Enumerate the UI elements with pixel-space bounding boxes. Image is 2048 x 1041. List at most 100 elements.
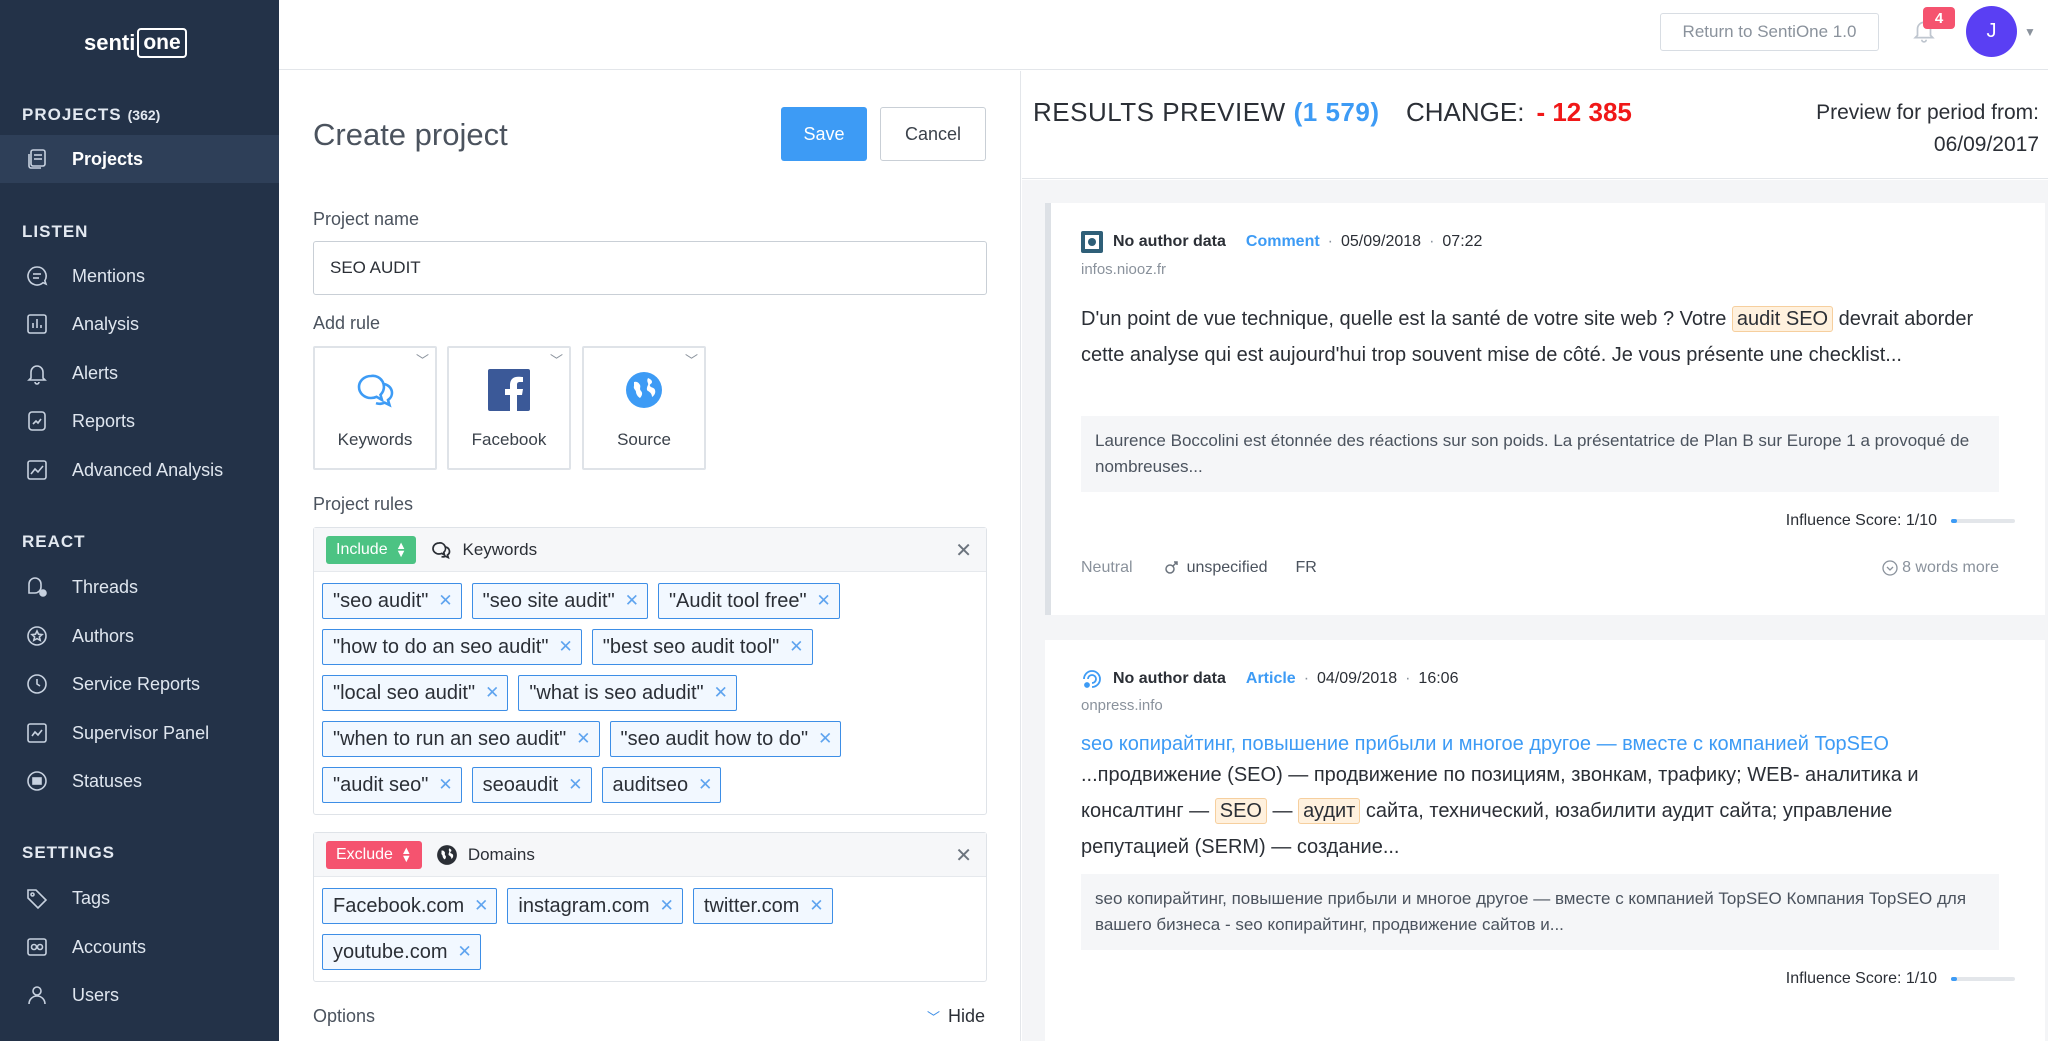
keyword-tag[interactable]: "seo site audit" ✕ [471, 583, 648, 619]
keyword-highlight: аудит [1298, 798, 1361, 824]
domain-tag[interactable]: instagram.com ✕ [507, 888, 683, 924]
keyword-tag[interactable]: seoaudit ✕ [471, 767, 592, 803]
rule-type: Domains [436, 844, 535, 866]
threads-icon [24, 574, 50, 600]
keyword-tag[interactable]: auditseo ✕ [601, 767, 722, 803]
sentiment-label[interactable]: Neutral [1081, 559, 1133, 577]
remove-tag-icon[interactable]: ✕ [558, 637, 572, 657]
gender-indicator: unspecified [1163, 559, 1268, 577]
keywords-icon [315, 366, 435, 414]
sidebar-item-analysis[interactable]: Analysis [0, 300, 279, 348]
exclude-mode-select[interactable]: Exclude ▲ ▼ [326, 840, 422, 869]
include-mode-select[interactable]: Include ▲ ▼ [326, 535, 417, 564]
results-count: (1 579) [1293, 97, 1380, 127]
remove-tag-icon[interactable]: ✕ [568, 775, 582, 795]
keyword-tag[interactable]: "audit seo" ✕ [322, 767, 462, 803]
remove-tag-icon[interactable]: ✕ [438, 775, 452, 795]
sidebar-item-reports[interactable]: Reports [0, 397, 279, 445]
influence-bar-fill [1951, 977, 1958, 981]
add-facebook-rule-card[interactable]: ﹀ Facebook [447, 346, 571, 470]
keyword-tag[interactable]: "when to run an seo audit" ✕ [322, 721, 600, 757]
settings-section-title: SETTINGS [22, 843, 116, 862]
sidebar-item-tags[interactable]: Tags [0, 874, 279, 922]
sidebar-item-accounts[interactable]: Accounts [0, 923, 279, 971]
projects-count: (362) [127, 107, 161, 123]
remove-tag-icon[interactable]: ✕ [458, 942, 472, 962]
add-source-rule-card[interactable]: ﹀ Source [582, 346, 706, 470]
sentione-logo[interactable]: senti one [84, 26, 190, 60]
keyword-tag[interactable]: "best seo audit tool" ✕ [591, 629, 813, 665]
keyword-tag-list: "seo audit" ✕ "seo site audit" ✕ "Audit to… [314, 572, 986, 814]
mention-title-link[interactable]: seo копирайтинг, повышение прибыли и мно… [1081, 733, 1889, 756]
sidebar-item-projects[interactable]: Projects [0, 135, 279, 183]
mention-card[interactable]: No author data Article · 04/09/2018 · 16:0… [1045, 640, 2045, 1041]
advanced-analysis-icon [24, 457, 50, 483]
sidebar-item-statuses[interactable]: Statuses [0, 757, 279, 805]
domain-tag-list: Facebook.com ✕ instagram.com ✕ twitter.com… [314, 877, 986, 981]
mention-time: 16:06 [1418, 670, 1459, 687]
remove-tag-icon[interactable]: ✕ [438, 591, 452, 611]
rule-type: Keywords [430, 539, 537, 561]
user-avatar[interactable]: J [1966, 6, 2017, 57]
mention-source[interactable]: onpress.info [1081, 697, 1163, 714]
domain-tag[interactable]: youtube.com ✕ [322, 934, 481, 970]
sidebar-item-users[interactable]: Users [0, 971, 279, 1019]
sidebar-item-alerts[interactable]: Alerts [0, 349, 279, 397]
remove-tag-icon[interactable]: ✕ [714, 683, 728, 703]
include-keywords-rule: Include ▲ ▼ Keywords ✕ "seo audit" ✕ "seo … [313, 527, 987, 815]
avatar-caret-icon[interactable]: ▼ [2024, 25, 2036, 39]
project-name-label: Project name [313, 209, 420, 229]
domain-tag[interactable]: Facebook.com ✕ [322, 888, 498, 924]
mention-date: 04/09/2018 [1317, 670, 1398, 687]
add-keywords-rule-card[interactable]: ﹀ Keywords [313, 346, 437, 470]
globe-icon [436, 844, 457, 865]
remove-tag-icon[interactable]: ✕ [660, 896, 674, 916]
return-to-sentione-button[interactable]: Return to SentiOne 1.0 [1660, 13, 1879, 51]
tag-icon [24, 885, 50, 911]
mention-source[interactable]: infos.niooz.fr [1081, 261, 1166, 278]
remove-rule-close-icon[interactable]: ✕ [955, 538, 972, 563]
top-bar: Return to SentiOne 1.0 4 J ▼ [279, 0, 2048, 70]
author-name[interactable]: No author data [1113, 233, 1226, 251]
remove-rule-close-icon[interactable]: ✕ [955, 843, 972, 868]
influence-bar-fill [1951, 519, 1958, 523]
words-more-link[interactable]: 8 words more [1882, 559, 1999, 577]
listen-section-title: LISTEN [22, 222, 89, 241]
keyword-tag[interactable]: "seo audit" ✕ [322, 583, 462, 619]
domain-tag[interactable]: twitter.com ✕ [692, 888, 833, 924]
sort-arrows-icon: ▲ ▼ [395, 539, 407, 560]
keyword-tag[interactable]: "seo audit how to do" ✕ [609, 721, 842, 757]
remove-tag-icon[interactable]: ✕ [625, 591, 639, 611]
sidebar-item-authors[interactable]: Authors [0, 612, 279, 660]
keyword-tag[interactable]: "what is seo adudit" ✕ [518, 675, 737, 711]
save-button[interactable]: Save [781, 107, 867, 161]
remove-tag-icon[interactable]: ✕ [474, 896, 488, 916]
cancel-button[interactable]: Cancel [880, 107, 986, 161]
reports-icon [24, 408, 50, 434]
remove-tag-icon[interactable]: ✕ [576, 729, 590, 749]
remove-tag-icon[interactable]: ✕ [485, 683, 499, 703]
keyword-tag[interactable]: "local seo audit" ✕ [322, 675, 509, 711]
results-list: No author data Comment · 05/09/2018 · 07:2… [1022, 180, 2048, 1041]
mention-card[interactable]: No author data Comment · 05/09/2018 · 07:2… [1045, 203, 2045, 615]
keyword-tag[interactable]: "Audit tool free" ✕ [657, 583, 840, 619]
sidebar-item-supervisor-panel[interactable]: Supervisor Panel [0, 709, 279, 757]
results-preview-title: RESULTS PREVIEW (1 579) [1033, 97, 1380, 127]
sidebar-item-advanced-analysis[interactable]: Advanced Analysis [0, 446, 279, 494]
remove-tag-icon[interactable]: ✕ [789, 637, 803, 657]
projects-icon [24, 146, 50, 172]
sidebar-item-mentions[interactable]: Mentions [0, 252, 279, 300]
source-favicon-icon [1081, 231, 1103, 253]
sidebar-item-service-reports[interactable]: Service Reports [0, 660, 279, 708]
keyword-tag[interactable]: "how to do an seo audit" ✕ [322, 629, 582, 665]
remove-tag-icon[interactable]: ✕ [818, 729, 832, 749]
sidebar-item-threads[interactable]: Threads [0, 563, 279, 611]
author-name[interactable]: No author data [1113, 670, 1226, 688]
remove-tag-icon[interactable]: ✕ [817, 591, 831, 611]
project-name-input[interactable] [313, 241, 987, 295]
remove-tag-icon[interactable]: ✕ [809, 896, 823, 916]
chevron-circle-icon [1882, 560, 1898, 576]
remove-tag-icon[interactable]: ✕ [698, 775, 712, 795]
hide-options-link[interactable]: ﹀ Hide [927, 1006, 985, 1027]
mention-quote: seo копирайтинг, повышение прибыли и мно… [1081, 874, 1999, 950]
